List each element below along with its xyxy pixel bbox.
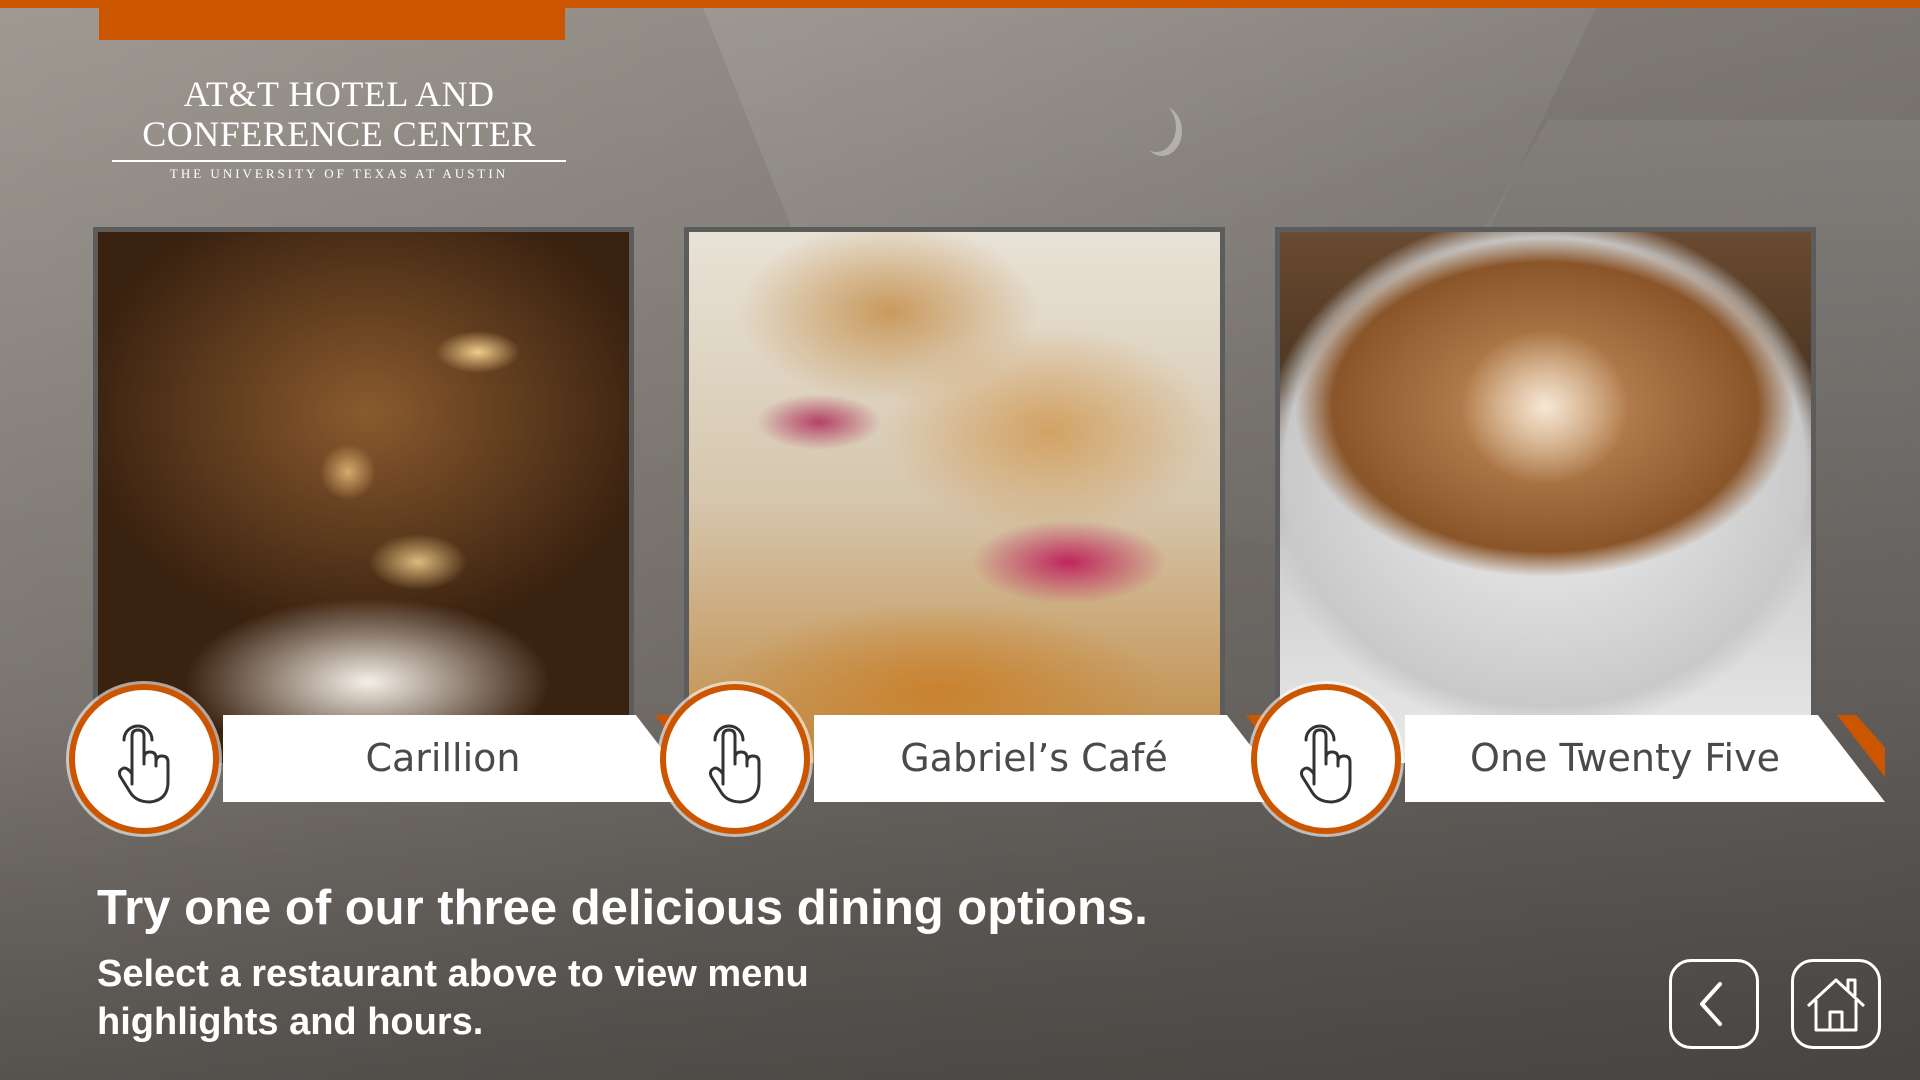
restaurant-name: One Twenty Five [1470, 736, 1780, 780]
back-button[interactable] [1669, 959, 1759, 1049]
hotel-logo: AT&T HOTEL AND CONFERENCE CENTER THE UNI… [112, 74, 566, 182]
logo-rule [112, 160, 566, 162]
intro-subline: Select a restaurant above to view menu h… [97, 953, 809, 1043]
tap-hand-icon[interactable] [69, 684, 219, 834]
restaurant-card-one-twenty-five[interactable]: One Twenty Five [1251, 227, 1885, 834]
restaurant-banner[interactable]: Gabriel’s Café [814, 715, 1294, 802]
intro-headline: Try one of our three delicious dining op… [97, 881, 1148, 935]
restaurant-banner[interactable]: Carillion [223, 715, 703, 802]
restaurant-card-carillion[interactable]: Carillion [69, 227, 703, 834]
restaurant-name: Gabriel’s Café [900, 736, 1168, 780]
tap-hand-icon[interactable] [1251, 684, 1401, 834]
tap-hand-icon[interactable] [660, 684, 810, 834]
moon-decoration [1136, 102, 1176, 152]
logo-line-2: CONFERENCE CENTER [142, 114, 536, 154]
home-button[interactable] [1791, 959, 1881, 1049]
logo-line-1: AT&T HOTEL AND [183, 74, 495, 114]
logo-tagline: THE UNIVERSITY OF TEXAS AT AUSTIN [169, 166, 509, 181]
chevron-left-icon [1700, 982, 1722, 1026]
restaurant-photo [93, 227, 634, 768]
top-accent-tab [99, 0, 565, 40]
restaurant-banner[interactable]: One Twenty Five [1405, 715, 1885, 802]
restaurant-card-gabriels-cafe[interactable]: Gabriel’s Café [660, 227, 1294, 834]
restaurant-name: Carillion [365, 736, 521, 780]
restaurant-photo [684, 227, 1225, 768]
home-icon [1806, 978, 1866, 1032]
restaurant-photo [1275, 227, 1816, 768]
